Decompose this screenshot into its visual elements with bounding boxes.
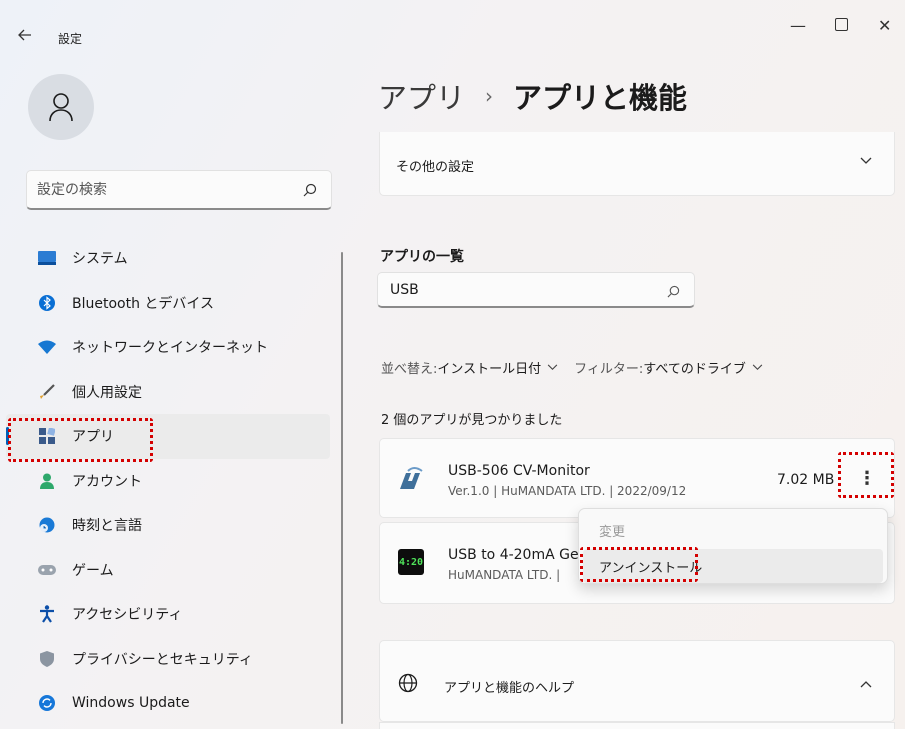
sidebar-item-network[interactable]: ネットワークとインターネット: [0, 325, 340, 370]
sidebar-item-label: ゲーム: [72, 562, 114, 579]
sidebar-item-gaming[interactable]: ゲーム: [0, 548, 340, 593]
settings-search-input[interactable]: [37, 179, 287, 201]
sidebar-item-privacy[interactable]: プライバシーとセキュリティ: [0, 637, 340, 682]
sort-dropdown[interactable]: インストール日付: [437, 358, 541, 377]
sidebar-item-label: ネットワークとインターネット: [72, 340, 268, 357]
account-icon: [38, 472, 56, 490]
other-settings-label: その他の設定: [396, 160, 475, 175]
search-icon: [303, 182, 317, 201]
sidebar-item-label: アクセシビリティ: [72, 607, 183, 624]
filter-label: フィルター:: [574, 362, 644, 377]
chevron-down-icon: [547, 361, 558, 374]
app-meta: HuMANDATA LTD. |: [448, 568, 561, 582]
sidebar-item-label: Bluetooth とデバイス: [72, 295, 214, 312]
maximize-button[interactable]: [835, 18, 848, 31]
app-search-input[interactable]: [390, 280, 650, 300]
breadcrumb: アプリ › アプリと機能: [378, 75, 687, 117]
app-logo-icon: [398, 465, 424, 491]
back-button[interactable]: [18, 26, 32, 45]
update-icon: [38, 694, 56, 712]
sidebar-scrollbar[interactable]: [341, 252, 343, 724]
apps-highlight-annotation: [8, 418, 153, 462]
sidebar-item-windows-update[interactable]: Windows Update: [0, 681, 340, 726]
help-card[interactable]: アプリと機能のヘルプ: [379, 640, 895, 722]
sidebar-item-label: Windows Update: [72, 695, 190, 712]
sidebar-item-time-language[interactable]: 時刻と言語: [0, 503, 340, 548]
minimize-button[interactable]: —: [790, 16, 806, 35]
app-row-usb-506[interactable]: USB-506 CV-Monitor Ver.1.0 | HuMANDATA L…: [379, 438, 895, 518]
brush-icon: [38, 383, 56, 401]
sidebar-item-bluetooth[interactable]: Bluetooth とデバイス: [0, 281, 340, 326]
breadcrumb-separator: ›: [485, 84, 494, 108]
avatar[interactable]: [28, 74, 94, 140]
sidebar-item-system[interactable]: システム: [0, 236, 340, 281]
app-list-title: アプリの一覧: [380, 249, 464, 265]
sidebar-item-label: 個人用設定: [72, 384, 142, 401]
arrow-left-icon: [18, 29, 31, 41]
accessibility-icon: [38, 605, 56, 623]
sidebar-item-label: 時刻と言語: [72, 518, 142, 535]
sort-filter-bar: 並べ替え: インストール日付 フィルター: すべてのドライブ: [381, 358, 779, 377]
globe-clock-icon: [38, 516, 56, 534]
sidebar-item-accounts[interactable]: アカウント: [0, 459, 340, 504]
chevron-down-icon: [752, 361, 763, 374]
result-count: 2 個のアプリが見つかりました: [381, 413, 563, 428]
search-icon: [667, 283, 680, 302]
app-size: 7.02 MB: [777, 472, 835, 488]
breadcrumb-parent[interactable]: アプリ: [378, 75, 465, 117]
user-icon: [49, 93, 73, 122]
other-settings-card[interactable]: その他の設定: [379, 132, 895, 196]
more-button-highlight-annotation: [838, 452, 894, 498]
app-list-search[interactable]: [377, 272, 695, 308]
sidebar-item-label: システム: [72, 251, 128, 268]
app-logo-icon: 4:20: [398, 549, 424, 575]
app-name: USB-506 CV-Monitor: [448, 463, 590, 479]
app-meta: Ver.1.0 | HuMANDATA LTD. | 2022/09/12: [448, 484, 687, 498]
wifi-icon: [38, 338, 56, 356]
close-button[interactable]: ✕: [878, 16, 891, 35]
bluetooth-icon: [38, 294, 56, 312]
sidebar-item-accessibility[interactable]: アクセシビリティ: [0, 592, 340, 637]
sort-label: 並べ替え:: [381, 362, 438, 377]
menu-item-modify[interactable]: 変更: [583, 513, 883, 547]
sidebar-item-label: プライバシーとセキュリティ: [72, 651, 253, 668]
settings-search[interactable]: [26, 170, 332, 210]
sidebar-nav: システム Bluetooth とデバイス ネットワークとインターネット 個人用設…: [0, 236, 340, 726]
app-name: USB to 4-20mA Ge: [448, 547, 579, 563]
system-icon: [38, 249, 56, 267]
sidebar-item-personalization[interactable]: 個人用設定: [0, 370, 340, 415]
sidebar-item-label: アカウント: [72, 473, 142, 490]
app-logo-text: 4:20: [398, 556, 424, 568]
shield-icon: [38, 650, 56, 668]
chevron-up-icon: [860, 677, 872, 691]
filter-dropdown[interactable]: すべてのドライブ: [643, 358, 746, 377]
gamepad-icon: [38, 561, 56, 579]
globe-icon: [398, 673, 418, 697]
chevron-down-icon: [860, 154, 872, 168]
help-card-content: [379, 722, 895, 729]
window-title: 設定: [58, 32, 83, 46]
help-label: アプリと機能のヘルプ: [444, 681, 575, 696]
page-title: アプリと機能: [513, 81, 688, 115]
uninstall-highlight-annotation: [580, 547, 698, 582]
title-bar: 設定 — ✕: [0, 0, 905, 70]
